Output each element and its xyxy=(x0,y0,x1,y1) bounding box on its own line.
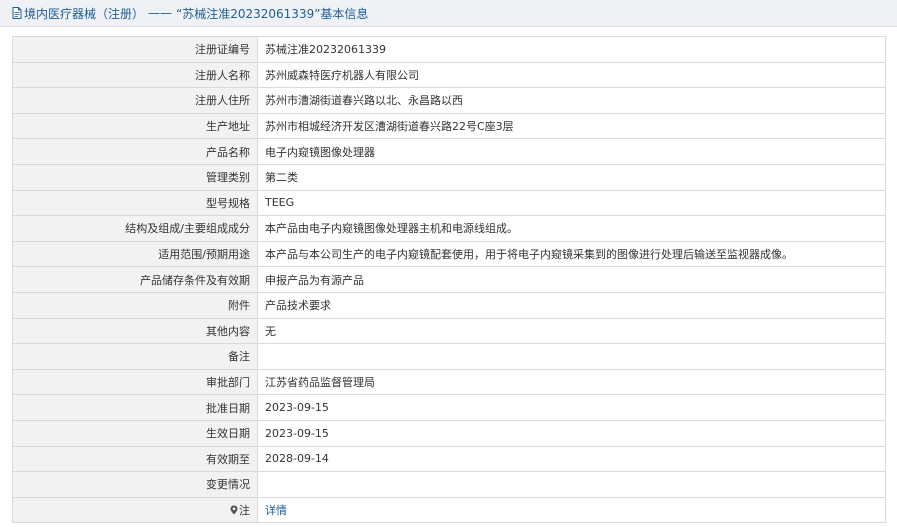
registrant-address-label: 注册人住所 xyxy=(12,87,258,114)
table-row-change-status: 变更情况 xyxy=(12,471,886,498)
table-row-storage-validity: 产品储存条件及有效期 申报产品为有源产品 xyxy=(12,266,886,293)
production-address-value: 苏州市相城经济开发区漕湖街道春兴路22号C座3层 xyxy=(257,112,886,140)
other-content-label: 其他内容 xyxy=(12,317,258,345)
structure-composition-value: 本产品由电子内窥镜图像处理器主机和电源线组成。 xyxy=(257,215,886,242)
model-spec-value: TEEG xyxy=(257,189,886,217)
change-status-label: 变更情况 xyxy=(12,471,258,498)
registrant-name-value: 苏州威森特医疗机器人有限公司 xyxy=(257,61,886,89)
header-separator: —— xyxy=(148,6,173,20)
document-icon xyxy=(12,7,22,19)
table-row-production-address: 生产地址 苏州市相城经济开发区漕湖街道春兴路22号C座3层 xyxy=(12,112,886,140)
table-row-effective-date: 生效日期 2023-09-15 xyxy=(12,419,886,447)
approval-date-value: 2023-09-15 xyxy=(257,394,886,421)
attachment-label: 附件 xyxy=(12,291,258,319)
details-link[interactable]: 详情 xyxy=(265,504,287,517)
other-content-value: 无 xyxy=(257,317,886,345)
detail-table-body: 注册证编号 苏械注准20232061339 注册人名称 苏州威森特医疗机器人有限公司注… xyxy=(12,36,886,498)
table-row-registrant-address: 注册人住所 苏州市漕湖街道春兴路以北、永昌路以西 xyxy=(12,87,886,114)
detail-table: 注册证编号 苏械注准20232061339 注册人名称 苏州威森特医疗机器人有限公司注… xyxy=(12,36,886,524)
expiry-date-value: 2028-09-14 xyxy=(257,445,886,473)
table-row-remarks: 备注 xyxy=(12,343,886,370)
remarks-label: 备注 xyxy=(12,343,258,370)
storage-validity-label: 产品储存条件及有效期 xyxy=(12,266,258,293)
note-value-cell: 详情 xyxy=(257,496,886,524)
effective-date-label: 生效日期 xyxy=(12,419,258,447)
table-row-model-spec: 型号规格 TEEG xyxy=(12,189,886,217)
table-row-approval-dept: 审批部门 江苏省药品监督管理局 xyxy=(12,368,886,396)
table-row-approval-date: 批准日期 2023-09-15 xyxy=(12,394,886,421)
registration-number-label: 注册证编号 xyxy=(12,36,258,63)
intended-use-label: 适用范围/预期用途 xyxy=(12,240,258,268)
expiry-date-label: 有效期至 xyxy=(12,445,258,473)
table-row-structure-composition: 结构及组成/主要组成成分 本产品由电子内窥镜图像处理器主机和电源线组成。 xyxy=(12,215,886,242)
table-row-attachment: 附件 产品技术要求 xyxy=(12,291,886,319)
header-category: 境内医疗器械（注册） xyxy=(24,6,145,21)
page-header: 境内医疗器械（注册） —— “苏械注准20232061339”基本信息 xyxy=(0,0,897,27)
product-name-label: 产品名称 xyxy=(12,138,258,165)
remarks-value xyxy=(257,343,886,370)
intended-use-value: 本产品与本公司生产的电子内窥镜配套使用，用于将电子内窥镜采集到的图像进行处理后输… xyxy=(257,240,886,268)
table-row-note: 注 详情 xyxy=(12,496,886,524)
table-row-intended-use: 适用范围/预期用途 本产品与本公司生产的电子内窥镜配套使用，用于将电子内窥镜采集到… xyxy=(12,240,886,268)
registration-number-value: 苏械注准20232061339 xyxy=(257,36,886,63)
attachment-value: 产品技术要求 xyxy=(257,291,886,319)
note-label: 注 xyxy=(239,503,250,517)
table-row-product-name: 产品名称 电子内窥镜图像处理器 xyxy=(12,138,886,165)
table-row-management-class: 管理类别 第二类 xyxy=(12,163,886,191)
table-row-registration-number: 注册证编号 苏械注准20232061339 xyxy=(12,36,886,63)
management-class-value: 第二类 xyxy=(257,163,886,191)
structure-composition-label: 结构及组成/主要组成成分 xyxy=(12,215,258,242)
detail-table-footer: 注 详情 xyxy=(12,496,886,524)
table-row-registrant-name: 注册人名称 苏州威森特医疗机器人有限公司 xyxy=(12,61,886,89)
effective-date-value: 2023-09-15 xyxy=(257,419,886,447)
storage-validity-value: 申报产品为有源产品 xyxy=(257,266,886,293)
registrant-address-value: 苏州市漕湖街道春兴路以北、永昌路以西 xyxy=(257,87,886,114)
management-class-label: 管理类别 xyxy=(12,163,258,191)
table-row-expiry-date: 有效期至 2028-09-14 xyxy=(12,445,886,473)
note-label-cell: 注 xyxy=(12,496,258,524)
approval-dept-label: 审批部门 xyxy=(12,368,258,396)
production-address-label: 生产地址 xyxy=(12,112,258,140)
registrant-name-label: 注册人名称 xyxy=(12,61,258,89)
table-row-other-content: 其他内容无 xyxy=(12,317,886,345)
header-title: “苏械注准20232061339”基本信息 xyxy=(176,6,369,21)
detail-table-wrapper: 注册证编号 苏械注准20232061339 注册人名称 苏州威森特医疗机器人有限公司注… xyxy=(12,36,886,524)
location-pin-icon xyxy=(230,505,238,515)
product-name-value: 电子内窥镜图像处理器 xyxy=(257,138,886,165)
approval-dept-value: 江苏省药品监督管理局 xyxy=(257,368,886,396)
approval-date-label: 批准日期 xyxy=(12,394,258,421)
model-spec-label: 型号规格 xyxy=(12,189,258,217)
change-status-value xyxy=(257,471,886,498)
